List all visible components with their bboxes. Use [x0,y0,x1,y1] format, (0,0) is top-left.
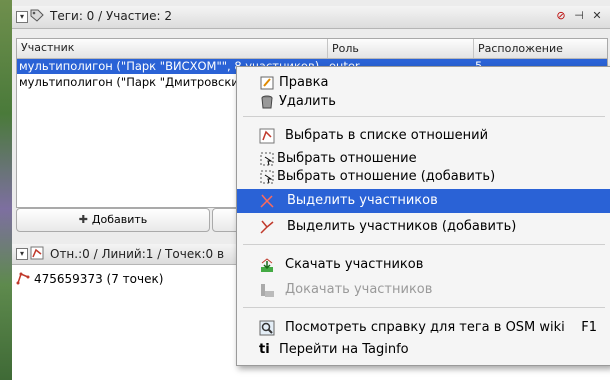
download-members-icon [261,258,273,272]
collapse-icon[interactable]: ▾ [16,248,28,260]
column-header-position[interactable]: Расположение [473,39,608,58]
list-item[interactable]: 475659373 (7 точек) [16,271,163,286]
map-view-edge[interactable] [0,0,12,380]
select-members-add-icon [260,220,274,234]
menu-item-select-relation-add[interactable]: Выбрать отношение (добавить) [237,167,610,187]
column-header-role[interactable]: Роль [327,39,472,58]
tags-panel-titlebar: ▾ Теги: 0 / Участие: 2 ⊘ ⊣ ✕ [12,6,610,29]
tags-panel-title: Теги: 0 / Участие: 2 [50,9,172,23]
menu-item-download-incomplete[interactable]: Докачать участников [237,280,610,300]
menu-item-select-in-relation-list[interactable]: Выбрать в списке отношений [237,126,610,146]
way-icon [16,272,30,285]
menu-item-osm-wiki-help[interactable]: Посмотреть справку для тега в OSM wiki F… [237,318,610,338]
help-icon [259,320,275,336]
menu-item-select-members-add[interactable]: Выделить участников (добавить) [237,217,610,237]
select-relation-icon [260,152,274,166]
relation-list-icon [259,128,275,144]
selection-panel-title: Отн.:0 / Линий:1 / Точек:0 в [50,247,225,261]
context-menu: Правка Удалить Выбрать в списке отношени… [236,66,610,366]
plus-icon: ✚ [78,213,88,226]
relation-icon [30,246,44,260]
select-relation-add-icon [260,170,274,184]
select-members-icon [260,194,274,208]
no-filter-icon[interactable]: ⊘ [554,9,568,23]
menu-item-select-relation[interactable]: Выбрать отношение [237,149,610,169]
close-icon[interactable]: ✕ [590,9,604,23]
edit-icon [260,76,274,90]
menu-item-delete[interactable]: Удалить [237,92,610,112]
add-button[interactable]: ✚ Добавить [16,208,210,232]
menu-item-select-members[interactable]: Выделить участников [237,189,610,213]
members-table-header: Участник Роль Расположение [17,39,607,59]
menu-item-taginfo[interactable]: ti Перейти на Taginfo [237,340,610,360]
menu-item-edit[interactable]: Правка [237,73,610,93]
tag-icon [30,9,44,22]
pin-icon[interactable]: ⊣ [572,9,586,23]
shortcut-f1: F1 [581,320,597,335]
collapse-icon[interactable]: ▾ [16,11,28,23]
taginfo-icon: ti [259,342,270,357]
menu-item-download-members[interactable]: Скачать участников [237,255,610,275]
delete-icon [261,95,273,109]
column-header-member[interactable]: Участник [21,41,74,54]
download-incomplete-icon [261,284,274,297]
